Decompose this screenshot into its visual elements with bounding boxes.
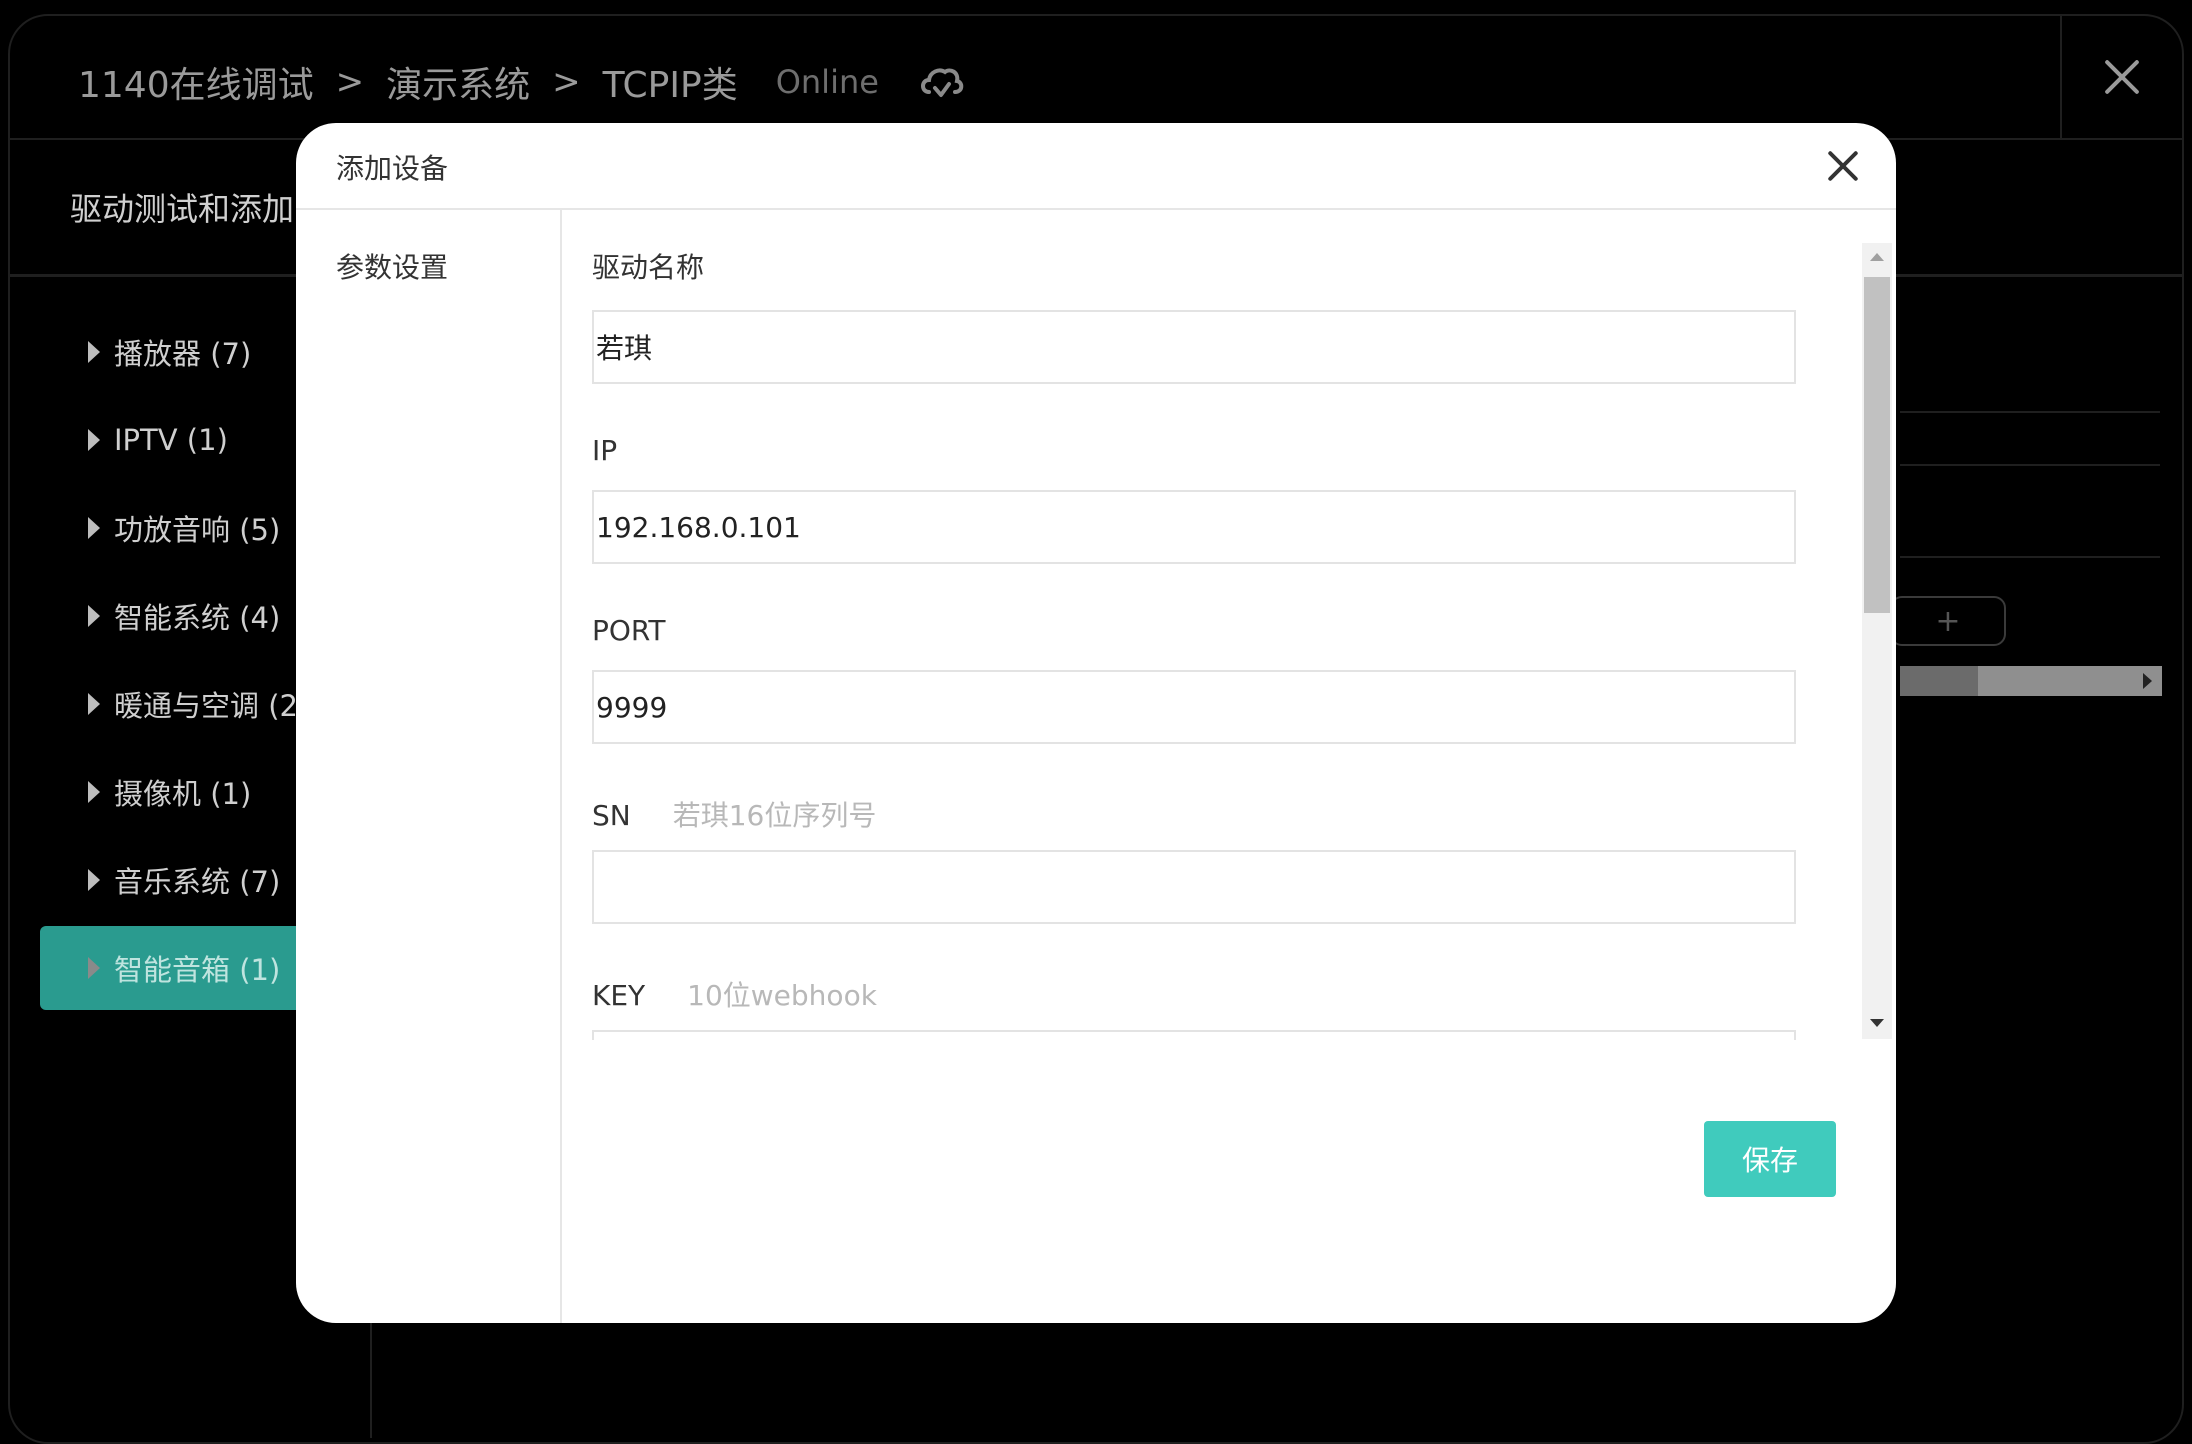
sidebar-item-label: 智能音箱 (1) — [114, 953, 281, 987]
breadcrumb-item-2[interactable]: 演示系统 — [386, 56, 530, 108]
sidebar-item-label: 智能系统 (4) — [114, 601, 281, 635]
sidebar-item-smart-speaker[interactable]: 智能音箱 (1) — [40, 926, 310, 1010]
port-label-text: PORT — [592, 614, 666, 647]
sidebar-item-smart-system[interactable]: 智能系统 (4) — [40, 574, 310, 658]
caret-right-icon — [88, 429, 100, 451]
sidebar-item-label: 摄像机 (1) — [114, 777, 252, 811]
add-device-dialog: 添加设备 参数设置 驱动名称 若琪 IP 192.168.0.101 PORT … — [296, 123, 1896, 1323]
caret-right-icon — [88, 605, 100, 627]
sidebar-item-camera[interactable]: 摄像机 (1) — [40, 750, 310, 834]
dialog-nav: 参数设置 — [296, 210, 562, 1323]
caret-right-icon — [88, 957, 100, 979]
ip-value: 192.168.0.101 — [596, 510, 801, 544]
ip-field[interactable]: 192.168.0.101 — [592, 490, 1796, 564]
scrollbar-thumb[interactable] — [1864, 277, 1890, 613]
nav-item-parameters[interactable]: 参数设置 — [336, 246, 448, 286]
scroll-up-icon[interactable] — [1870, 253, 1884, 261]
port-label: PORT — [592, 614, 665, 647]
top-bar: 1140在线调试 > 演示系统 > TCPIP类 Online — [10, 16, 2182, 140]
sn-hint: 若琪16位序列号 — [672, 799, 877, 832]
caret-right-icon — [88, 869, 100, 891]
driver-name-field[interactable]: 若琪 — [592, 310, 1796, 384]
key-hint: 10位webhook — [687, 979, 877, 1012]
key-label-text: KEY — [592, 979, 646, 1012]
divider — [1900, 411, 2160, 413]
port-value: 9999 — [596, 690, 668, 724]
sidebar-item-label: 暖通与空调 (2) — [114, 689, 310, 723]
sidebar-item-music-system[interactable]: 音乐系统 (7) — [40, 838, 310, 922]
driver-name-label-text: 驱动名称 — [592, 251, 705, 284]
sidebar-item-label: IPTV (1) — [114, 423, 228, 457]
sidebar-item-label: 播放器 (7) — [114, 337, 252, 371]
breadcrumb-item-3[interactable]: TCPIP类 — [603, 56, 738, 108]
close-icon[interactable] — [1826, 149, 1860, 183]
cloud-sync-icon — [917, 62, 965, 102]
caret-right-icon — [88, 693, 100, 715]
sidebar-item-label: 功放音响 (5) — [114, 513, 281, 547]
scroll-right-icon[interactable] — [2143, 673, 2152, 689]
ip-label-text: IP — [592, 434, 618, 467]
horizontal-scrollbar[interactable] — [1900, 666, 2162, 696]
window-close-area — [2060, 16, 2182, 138]
breadcrumb: 1140在线调试 > 演示系统 > TCPIP类 Online — [78, 56, 965, 108]
chevron-right-icon: > — [552, 62, 581, 102]
caret-right-icon — [88, 781, 100, 803]
driver-name-label: 驱动名称 — [592, 246, 704, 286]
sidebar-item-player[interactable]: 播放器 (7) — [40, 310, 310, 394]
divider — [1900, 464, 2160, 466]
scroll-down-icon[interactable] — [1870, 1019, 1884, 1027]
scrollbar-thumb[interactable] — [1900, 666, 1978, 696]
sidebar-item-amplifier[interactable]: 功放音响 (5) — [40, 486, 310, 570]
ip-label: IP — [592, 434, 617, 467]
sn-field[interactable] — [592, 850, 1796, 924]
sn-label-text: SN — [592, 799, 631, 832]
sidebar-item-label: 音乐系统 (7) — [114, 865, 281, 899]
sidebar-item-iptv[interactable]: IPTV (1) — [40, 398, 310, 482]
sn-label: SN 若琪16位序列号 — [592, 794, 876, 834]
form-scrollbar[interactable] — [1862, 243, 1892, 1039]
close-icon[interactable] — [2103, 58, 2141, 96]
save-button[interactable]: 保存 — [1704, 1121, 1836, 1197]
driver-name-value: 若琪 — [596, 332, 653, 365]
chevron-right-icon: > — [335, 62, 365, 102]
sidebar-item-hvac[interactable]: 暖通与空调 (2) — [40, 662, 310, 746]
page-title: 驱动测试和添加 — [70, 190, 295, 228]
caret-right-icon — [88, 517, 100, 539]
add-device-button[interactable]: + — [1890, 596, 2006, 646]
port-field[interactable]: 9999 — [592, 670, 1796, 744]
dialog-title: 添加设备 — [336, 152, 449, 185]
parameter-form: 驱动名称 若琪 IP 192.168.0.101 PORT 9999 SN 若琪… — [562, 210, 1862, 1040]
breadcrumb-item-1[interactable]: 1140在线调试 — [78, 56, 314, 108]
caret-right-icon — [88, 341, 100, 363]
divider — [1900, 556, 2160, 558]
dialog-header: 添加设备 — [296, 123, 1896, 210]
online-status: Online — [775, 63, 879, 101]
key-label: KEY 10位webhook — [592, 974, 877, 1014]
key-field[interactable] — [592, 1030, 1796, 1040]
